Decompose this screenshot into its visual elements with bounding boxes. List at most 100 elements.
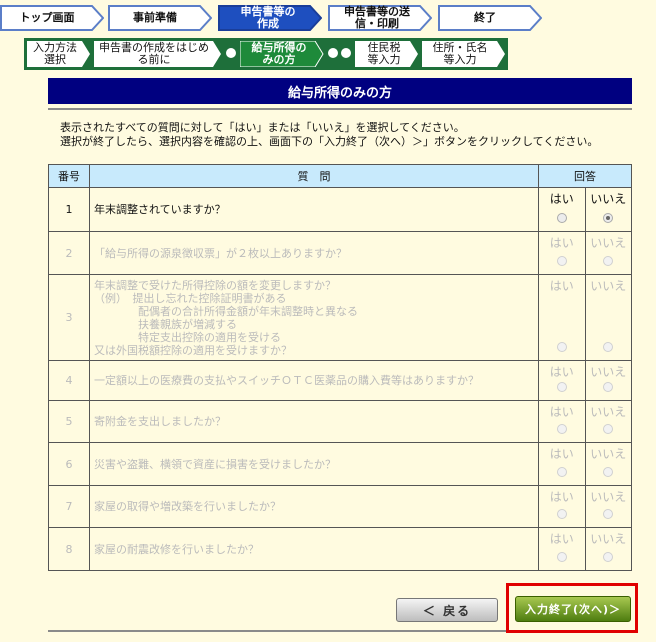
question-text: 寄附金を支出しましたか？: [89, 400, 539, 443]
answer-yes-cell: はい: [538, 231, 586, 275]
answer-no-label: いいえ: [590, 365, 627, 379]
step-end: 終了: [438, 5, 542, 31]
row-number: 5: [48, 400, 90, 443]
step-send: 申告書等の送信・印刷: [328, 5, 432, 31]
answer-no-cell: いいえ: [584, 485, 632, 528]
question-text: 家屋の取得や増改築を行いましたか？: [89, 485, 539, 528]
answer-no-radio[interactable]: [603, 213, 614, 223]
substep-salary-only: 給与所得のみの方: [240, 41, 324, 67]
next-button[interactable]: 入力終了(次へ)＞: [515, 596, 631, 622]
answer-no-cell: いいえ: [584, 442, 632, 486]
row-number: 8: [48, 527, 90, 571]
answer-yes-label: はい: [549, 532, 574, 546]
substep-resident-tax: 住民税等入力: [355, 41, 419, 67]
answer-no-cell: いいえ: [584, 231, 632, 275]
answer-no-label: いいえ: [590, 236, 627, 250]
table-row: 6 災害や盗難、横領で資産に損害を受けましたか？ はい いいえ: [48, 442, 632, 486]
answer-no-radio: [603, 467, 614, 477]
answer-yes-cell: はい: [538, 442, 586, 486]
question-rows: 1 年末調整されていますか？ はい いいえ 2 「給与所得の源泉徴収票」が２枚以上あります…: [48, 187, 632, 571]
answer-no-radio: [603, 509, 614, 519]
progress-dot: [225, 47, 237, 59]
answer-yes-radio: [556, 342, 567, 352]
progress-dot: [340, 47, 352, 59]
answer-yes-radio: [556, 467, 567, 477]
answer-yes-cell: はい: [538, 400, 586, 443]
step-create-label: 申告書等の作成: [240, 5, 296, 30]
answer-yes-cell: はい: [538, 274, 586, 361]
answer-no-label: いいえ: [590, 279, 627, 293]
row-number: 7: [48, 485, 90, 528]
step-top-label: トップ画面: [19, 11, 75, 24]
table-header-row: 番号 質 問 回答: [48, 164, 632, 188]
answer-yes-radio: [556, 424, 567, 434]
answer-no-radio: [603, 552, 614, 562]
question-text: 「給与所得の源泉徴収票」が２枚以上ありますか？: [89, 231, 539, 275]
table-row: 3 年末調整で受けた所得控除の額を変更しますか？ （例） 提出し忘れた控除証明書が…: [48, 274, 632, 361]
answer-yes-label: はい: [549, 236, 574, 250]
row-number: 2: [48, 231, 90, 275]
row-number: 6: [48, 442, 90, 486]
row-number: 1: [48, 187, 90, 232]
question-text: 家屋の耐震改修を行いましたか？: [89, 527, 539, 571]
table-row: 7 家屋の取得や増改築を行いましたか？ はい いいえ: [48, 485, 632, 528]
question-table: 番号 質 問 回答 1 年末調整されていますか？ はい いいえ 2 「給与所得の源泉徴収票…: [48, 164, 632, 571]
answer-yes-radio: [556, 382, 567, 392]
table-row: 2 「給与所得の源泉徴収票」が２枚以上ありますか？ はい いいえ: [48, 231, 632, 275]
answer-yes-cell: はい: [538, 527, 586, 571]
substep-salary-only-label: 給与所得のみの方: [251, 41, 307, 66]
answer-yes-label: はい: [549, 490, 574, 504]
answer-yes-label: はい: [549, 405, 574, 419]
substep-input-method: 入力方法選択: [27, 41, 91, 67]
answer-no-cell: いいえ: [584, 360, 632, 401]
answer-yes-radio: [556, 552, 567, 562]
answer-no-label: いいえ: [590, 405, 627, 419]
answer-no-radio: [603, 382, 614, 392]
sub-step-navigation: 入力方法選択 申告書の作成をはじめる前に 給与所得のみの方 住民税等入力 住所・…: [24, 38, 508, 70]
answer-yes-cell: はい: [538, 360, 586, 401]
step-prep-label: 事前準備: [133, 11, 177, 24]
step-navigation: トップ画面 事前準備 申告書等の作成 申告書等の送信・印刷 終了: [0, 0, 656, 38]
substep-input-method-label: 入力方法選択: [33, 41, 77, 66]
row-number: 3: [48, 274, 90, 361]
answer-yes-radio[interactable]: [556, 213, 567, 223]
answer-yes-label: はい: [549, 365, 574, 379]
instruction-line-1: 表示されたすべての質問に対して「はい」または「いいえ」を選択してください。: [60, 121, 465, 134]
question-text: 年末調整されていますか？: [89, 187, 539, 232]
substep-address: 住所・氏名等入力: [422, 41, 506, 67]
answer-no-cell: いいえ: [584, 400, 632, 443]
instructions: 表示されたすべての質問に対して「はい」または「いいえ」を選択してください。 選択…: [60, 121, 598, 149]
step-prep: 事前準備: [108, 5, 212, 31]
answer-no-cell: いいえ: [584, 527, 632, 571]
question-text: 年末調整で受けた所得控除の額を変更しますか？ （例） 提出し忘れた控除証明書があ…: [89, 274, 539, 361]
substep-before-start: 申告書の作成をはじめる前に: [94, 41, 222, 67]
table-row: 8 家屋の耐震改修を行いましたか？ はい いいえ: [48, 527, 632, 571]
step-top: トップ画面: [0, 5, 104, 31]
divider: [48, 108, 632, 110]
answer-no-radio: [603, 424, 614, 434]
step-end-label: 終了: [474, 11, 496, 24]
answer-yes-radio: [556, 256, 567, 266]
answer-yes-radio: [556, 509, 567, 519]
table-row: 5 寄附金を支出しましたか？ はい いいえ: [48, 400, 632, 443]
step-send-label: 申告書等の送信・印刷: [344, 5, 410, 30]
header-number: 番号: [48, 164, 90, 188]
step-create: 申告書等の作成: [218, 5, 322, 31]
page-title: 給与所得のみの方: [48, 78, 632, 104]
answer-no-cell: いいえ: [584, 187, 632, 232]
header-question: 質 問: [89, 164, 539, 188]
back-button[interactable]: ＜ 戻る: [396, 598, 498, 622]
answer-yes-cell: はい: [538, 187, 586, 232]
instruction-line-2: 選択が終了したら、選択内容を確認の上、画面下の「入力終了（次へ）＞」ボタンをクリ…: [60, 135, 599, 148]
row-number: 4: [48, 360, 90, 401]
substep-resident-tax-label: 住民税等入力: [367, 41, 401, 66]
answer-no-cell: いいえ: [584, 274, 632, 361]
substep-address-label: 住所・氏名等入力: [432, 41, 488, 66]
question-text: 災害や盗難、横領で資産に損害を受けましたか？: [89, 442, 539, 486]
table-row: 1 年末調整されていますか？ はい いいえ: [48, 187, 632, 232]
answer-no-label: いいえ: [590, 490, 627, 504]
header-answer: 回答: [538, 164, 632, 188]
answer-yes-label: はい: [549, 279, 574, 293]
answer-no-label: いいえ: [590, 192, 627, 206]
answer-yes-label: はい: [549, 447, 574, 461]
